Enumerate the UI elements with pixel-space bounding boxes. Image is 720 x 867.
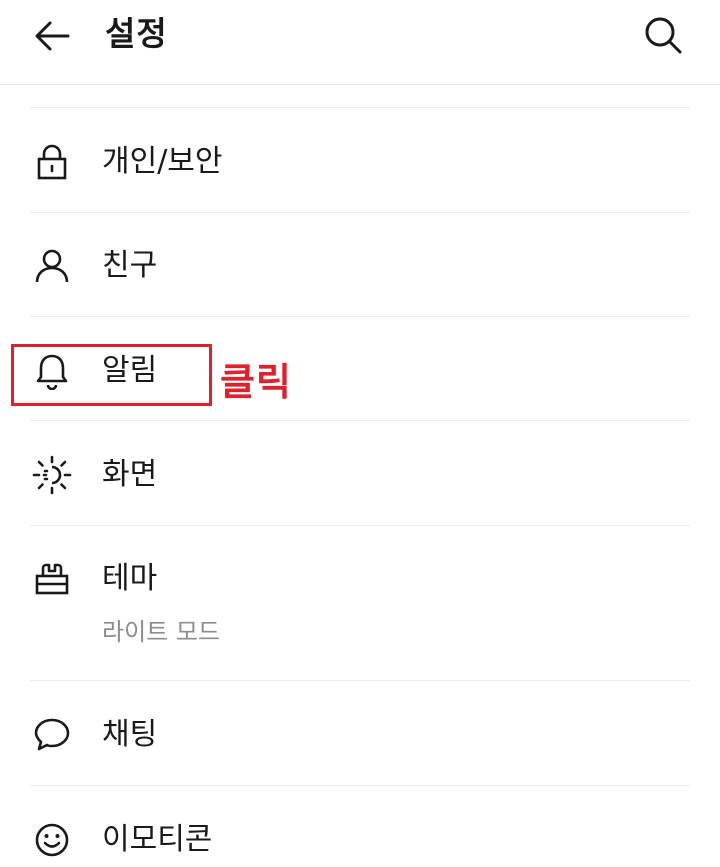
settings-item-label: 개인/보안 [102,144,223,179]
smiley-icon [32,820,72,860]
settings-item-sublabel: 라이트 모드 [102,618,221,646]
settings-item-label: 이모티콘 [102,822,213,857]
settings-item-label: 친구 [102,248,158,283]
settings-item-label: 채팅 [102,717,158,752]
settings-item-theme[interactable]: 테마 라이트 모드 [0,526,720,680]
settings-item-emoticons[interactable]: 이모티콘 [0,786,720,867]
settings-item-privacy-security[interactable]: 개인/보안 [0,108,720,212]
arrow-left-icon [35,21,70,51]
page-title: 설정 [105,14,168,53]
back-button[interactable] [30,14,74,58]
lock-icon [32,142,72,182]
settings-item-display[interactable]: 화면 [0,421,720,525]
paint-brush-icon [32,559,72,599]
settings-item-label: 테마 [102,561,158,596]
brightness-icon [32,455,72,495]
chat-bubble-icon [32,715,72,755]
settings-item-chat[interactable]: 채팅 [0,681,720,785]
app-header: 설정 [0,0,720,85]
settings-item-friends[interactable]: 친구 [0,213,720,317]
search-icon [645,17,682,54]
bell-icon [32,351,72,391]
person-icon [32,246,72,286]
settings-item-label: 화면 [102,457,158,492]
click-annotation-label: 클릭 [220,360,292,404]
search-button[interactable] [640,12,686,58]
settings-item-notifications[interactable]: 알림 [0,317,720,421]
settings-item-label: 알림 [102,353,158,388]
